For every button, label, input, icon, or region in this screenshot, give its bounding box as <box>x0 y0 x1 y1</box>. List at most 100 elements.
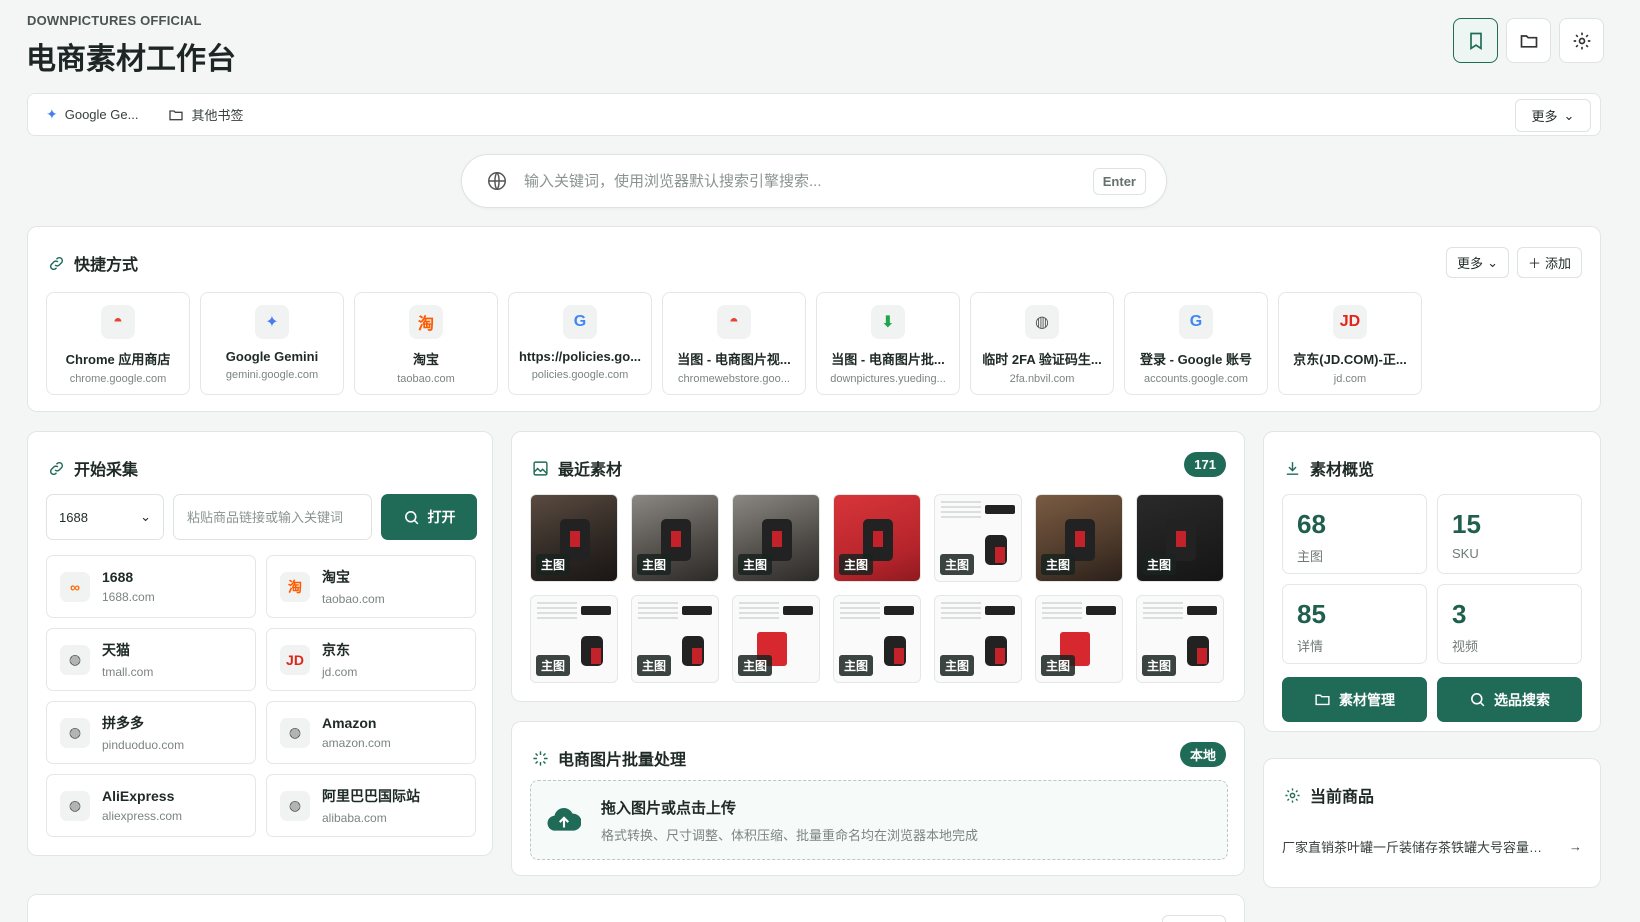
thumbnail-tag: 主图 <box>536 655 571 676</box>
globe-icon: ◍ <box>60 790 90 821</box>
shortcuts-more-button[interactable]: 更多 ⌄ <box>1446 247 1509 278</box>
site-tile[interactable]: JD 京东 jd.com <box>266 628 476 691</box>
stat-label: 视频 <box>1452 639 1479 654</box>
globe-icon: ◍ <box>280 790 310 821</box>
asset-thumbnail[interactable]: 主图 <box>732 494 820 582</box>
shortcut-name: Chrome 应用商店 <box>65 352 171 367</box>
platform-select[interactable]: 1688 ⌄ <box>46 494 164 540</box>
bottom-card-button[interactable] <box>1162 915 1226 922</box>
overview-title: 素材概览 <box>1310 462 1375 479</box>
asset-thumbnail[interactable]: 主图 <box>530 494 618 582</box>
site-tile[interactable]: ◍ AliExpress aliexpress.com <box>46 774 256 837</box>
shortcut-tile[interactable]: ◓ 当图 - 电商图片视... chromewebstore.goo... <box>662 292 806 395</box>
thumbnail-tag: 主图 <box>1041 554 1076 575</box>
asset-thumbnail[interactable]: 主图 <box>732 595 820 683</box>
site-tile[interactable]: ◍ 阿里巴巴国际站 alibaba.com <box>266 774 476 837</box>
thumbnail-text-lines <box>840 602 880 622</box>
shortcut-tile[interactable]: Ghttps://policies.go... policies.google.c… <box>508 292 652 395</box>
bookmark-button[interactable] <box>1453 18 1498 63</box>
bookmark-gemini[interactable]: ✦ Google Ge... <box>46 106 138 123</box>
asset-thumbnail[interactable]: 主图 <box>934 595 1022 683</box>
search-icon <box>404 510 418 524</box>
asset-thumbnail[interactable]: 主图 <box>631 494 719 582</box>
thumbnail-banner <box>581 606 611 615</box>
asset-thumbnail[interactable]: 主图 <box>1136 595 1224 683</box>
shortcut-domain: policies.google.com <box>531 369 629 381</box>
site-tile[interactable]: ◍ 天猫 tmall.com <box>46 628 256 691</box>
recent-count-badge: 171 <box>1184 452 1226 477</box>
stat-label: 主图 <box>1297 549 1324 564</box>
shortcut-tile[interactable]: JD 京东(JD.COM)-正... jd.com <box>1278 292 1422 395</box>
local-badge: 本地 <box>1179 742 1226 767</box>
asset-thumbnail[interactable]: 主图 <box>934 494 1022 582</box>
globe-icon: ◍ <box>1025 305 1059 339</box>
thumbnail-banner <box>682 606 712 615</box>
search-input[interactable] <box>524 172 1093 190</box>
site-tile[interactable]: ◍ 拼多多 pinduoduo.com <box>46 701 256 764</box>
site-tile[interactable]: ◍ Amazon amazon.com <box>266 701 476 764</box>
google-icon: G <box>563 305 597 339</box>
shortcut-tile[interactable]: ◍ 临时 2FA 验证码生... 2fa.nbvil.com <box>970 292 1114 395</box>
collect-url-input[interactable] <box>173 494 372 540</box>
asset-thumbnail[interactable]: 主图 <box>631 595 719 683</box>
batch-title: 电商图片批量处理 <box>558 752 687 769</box>
asset-thumbnail[interactable]: 主图 <box>833 494 921 582</box>
settings-button[interactable] <box>1559 18 1604 63</box>
shortcut-tile[interactable]: ✦ Google Gemini gemini.google.com <box>200 292 344 395</box>
shortcut-tile[interactable]: ⬇ 当图 - 电商图片批... downpictures.yueding... <box>816 292 960 395</box>
site-name: 拼多多 <box>102 715 144 731</box>
shortcut-name: 当图 - 电商图片批... <box>831 352 945 367</box>
product-search-button[interactable]: 选品搜索 <box>1437 677 1582 722</box>
thumbnail-banner <box>1187 606 1217 615</box>
asset-thumbnail[interactable]: 主图 <box>1035 494 1123 582</box>
shortcuts-card: 快捷方式 更多 ⌄ ＋ 添加 ◓ Chrome 应用商店 chrome.google… <box>27 226 1601 412</box>
bookmark-other-folder[interactable]: 其他书签 <box>168 105 243 124</box>
recent-title: 最近素材 <box>558 462 623 479</box>
shortcuts-title: 快捷方式 <box>74 257 139 274</box>
recent-assets-card: 最近素材 171 主图 主图 主图 主图 主图 主图 主图 主图 主图 主图 主图 主图 主图 主图 <box>511 431 1245 702</box>
asset-thumbnail[interactable]: 主图 <box>833 595 921 683</box>
site-text: 京东 jd.com <box>322 640 357 679</box>
site-tile[interactable]: ∞ 1688 1688.com <box>46 555 256 618</box>
asset-thumbnail[interactable]: 主图 <box>1035 595 1123 683</box>
overview-actions: 素材管理 选品搜索 <box>1282 677 1582 722</box>
folder-button[interactable] <box>1506 18 1551 63</box>
gear-icon <box>1285 787 1300 803</box>
bookmarks-more-button[interactable]: 更多 ⌄ <box>1515 99 1591 132</box>
cloud-upload-icon <box>547 808 581 831</box>
thumbnail-text-lines <box>941 501 981 521</box>
shortcut-domain: accounts.google.com <box>1144 373 1248 385</box>
stat-details: 85 详情 <box>1282 584 1427 664</box>
stat-value: 15 <box>1452 509 1481 539</box>
overview-card: 素材概览 68 主图 15 SKU 85 详情 3 视频 素材管理 选品搜索 <box>1263 431 1601 732</box>
site-text: 阿里巴巴国际站 alibaba.com <box>322 786 420 825</box>
shortcut-tile[interactable]: 淘淘宝 taobao.com <box>354 292 498 395</box>
current-product-name: 厂家直销茶叶罐一斤装储存茶铁罐大号容量金... <box>1282 840 1552 855</box>
thumbnail-text-lines <box>941 602 981 622</box>
open-button[interactable]: 打开 <box>381 494 477 540</box>
thumbnail-tag: 主图 <box>839 554 874 575</box>
shortcut-tile[interactable]: ◓ Chrome 应用商店 chrome.google.com <box>46 292 190 395</box>
asset-thumbnail[interactable]: 主图 <box>1136 494 1224 582</box>
bookmark-icon <box>1469 32 1482 50</box>
add-shortcut-button[interactable]: ＋ 添加 <box>1516 247 1582 278</box>
overview-header: 素材概览 <box>1284 456 1374 480</box>
asset-manage-button[interactable]: 素材管理 <box>1282 677 1427 722</box>
downpictures-icon: ⬇ <box>871 305 905 339</box>
gemini-icon: ✦ <box>46 106 58 122</box>
upload-dropzone[interactable]: 拖入图片或点击上传 格式转换、尺寸调整、体积压缩、批量重命名均在浏览器本地完成 <box>530 780 1228 860</box>
shortcut-tile[interactable]: G 登录 - Google 账号 accounts.google.com <box>1124 292 1268 395</box>
bookmark-label: Google Ge... <box>64 107 139 122</box>
site-tile[interactable]: 淘淘宝 taobao.com <box>266 555 476 618</box>
collect-header: 开始采集 <box>48 456 138 480</box>
dropzone-text: 拖入图片或点击上传 格式转换、尺寸调整、体积压缩、批量重命名均在浏览器本地完成 <box>601 797 978 844</box>
current-product-link[interactable]: 厂家直销茶叶罐一斤装储存茶铁罐大号容量金... → <box>1282 837 1582 856</box>
brand-subtitle: DOWNPICTURES OFFICIAL <box>27 13 202 28</box>
top-actions <box>1453 18 1604 63</box>
site-domain: amazon.com <box>322 736 391 750</box>
site-text: AliExpress aliexpress.com <box>102 788 182 823</box>
asset-thumbnail[interactable]: 主图 <box>530 595 618 683</box>
enter-key-hint[interactable]: Enter <box>1092 167 1146 195</box>
site-name: 1688 <box>102 569 134 585</box>
globe-icon: ◍ <box>60 644 90 675</box>
